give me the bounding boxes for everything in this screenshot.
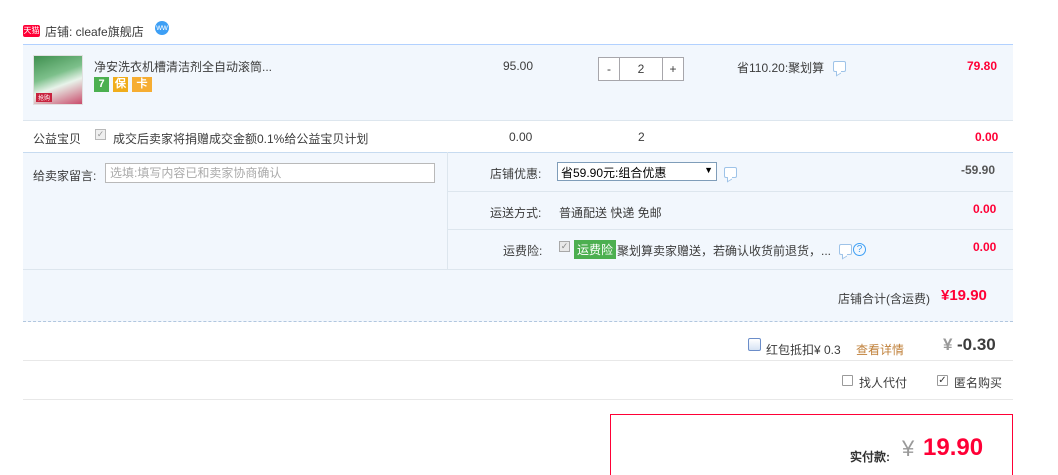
message-label: 给卖家留言: xyxy=(33,169,97,183)
product-thumbnail[interactable]: 抢购 xyxy=(33,55,83,105)
charity-qty: 2 xyxy=(638,130,645,144)
shop-total-label: 店铺合计(含运费) xyxy=(838,292,930,306)
payment-currency: ¥ xyxy=(902,436,915,461)
item-subtotal: 79.80 xyxy=(967,59,998,73)
insurance-amount: 0.00 xyxy=(973,240,997,254)
unit-price: 95.00 xyxy=(503,59,534,73)
charity-description: 成交后卖家将捐赠成交金额0.1%给公益宝贝计划 xyxy=(113,132,369,146)
message-icon[interactable] xyxy=(839,244,852,255)
help-icon[interactable]: ? xyxy=(853,243,866,256)
shipping-method: 普通配送 快递 免邮 xyxy=(559,206,662,220)
seller-message-input[interactable] xyxy=(105,163,435,183)
message-icon[interactable] xyxy=(724,167,737,178)
promo-amount: -59.90 xyxy=(961,163,996,177)
charity-amount: 0.00 xyxy=(975,130,999,144)
red-packet-amount: -0.30 xyxy=(957,335,996,354)
guarantee-icon[interactable]: 保 xyxy=(113,77,128,92)
shipping-label: 运送方式: xyxy=(490,206,542,220)
tmall-logo: 天猫 xyxy=(23,25,40,37)
anonymous-purchase-label: 匿名购买 xyxy=(954,376,1003,390)
row-divider xyxy=(23,399,1013,400)
insurance-label: 运费险: xyxy=(503,244,543,258)
charity-price: 0.00 xyxy=(509,130,533,144)
dropdown-arrow-icon: ▼ xyxy=(704,165,713,175)
red-packet-checkbox[interactable] xyxy=(748,338,761,351)
product-title-link[interactable]: 净安洗衣机槽清洁剂全自动滚筒... xyxy=(94,58,272,75)
row-divider xyxy=(448,229,1013,230)
shop-name-link[interactable]: 店铺: cleafe旗舰店 xyxy=(45,23,144,40)
wangwang-chat-icon[interactable]: ww xyxy=(155,21,169,35)
row-divider xyxy=(23,360,1013,361)
pay-by-other-label: 找人代付 xyxy=(859,376,908,390)
item-row xyxy=(23,44,1013,120)
charity-checkbox: ✓ xyxy=(95,129,106,140)
insurance-badge: 运费险 xyxy=(574,240,617,259)
red-packet-label: 红包抵扣¥ 0.3 xyxy=(766,343,841,357)
thumbnail-caption: 抢购 xyxy=(36,93,53,102)
shipping-amount: 0.00 xyxy=(973,202,997,216)
service-badges: 7 保 卡 xyxy=(94,77,152,92)
red-packet-currency: ¥ xyxy=(943,335,953,354)
promo-label: 店铺优惠: xyxy=(490,167,542,181)
insurance-description: 聚划算卖家赠送，若确认收货前退货，... xyxy=(617,244,832,258)
message-icon[interactable] xyxy=(833,61,846,72)
insurance-checkbox: ✓ xyxy=(559,241,570,252)
promo-selected-value: 省59.90元:组合优惠 xyxy=(561,166,667,180)
qty-input[interactable] xyxy=(620,57,662,81)
charity-label: 公益宝贝 xyxy=(33,132,82,146)
anonymous-purchase-checkbox[interactable]: ✓ xyxy=(937,375,948,386)
promo-select[interactable]: 省59.90元:组合优惠 ▼ xyxy=(557,162,717,181)
discount-text: 省110.20:聚划算 xyxy=(737,61,825,75)
qty-plus-button[interactable]: + xyxy=(662,57,684,81)
row-divider xyxy=(448,191,1013,192)
pay-by-other-checkbox[interactable] xyxy=(842,375,853,386)
payment-amount: 19.90 xyxy=(923,434,984,461)
quantity-stepper: - + xyxy=(598,57,684,81)
credit-card-icon[interactable]: 卡 xyxy=(132,77,152,92)
panel-divider xyxy=(447,152,448,269)
seven-day-return-icon[interactable]: 7 xyxy=(94,77,109,92)
qty-minus-button[interactable]: - xyxy=(598,57,620,81)
payment-label: 实付款: xyxy=(850,450,890,464)
view-details-link[interactable]: 查看详情 xyxy=(856,341,904,358)
shop-total-amount: ¥19.90 xyxy=(941,287,987,304)
